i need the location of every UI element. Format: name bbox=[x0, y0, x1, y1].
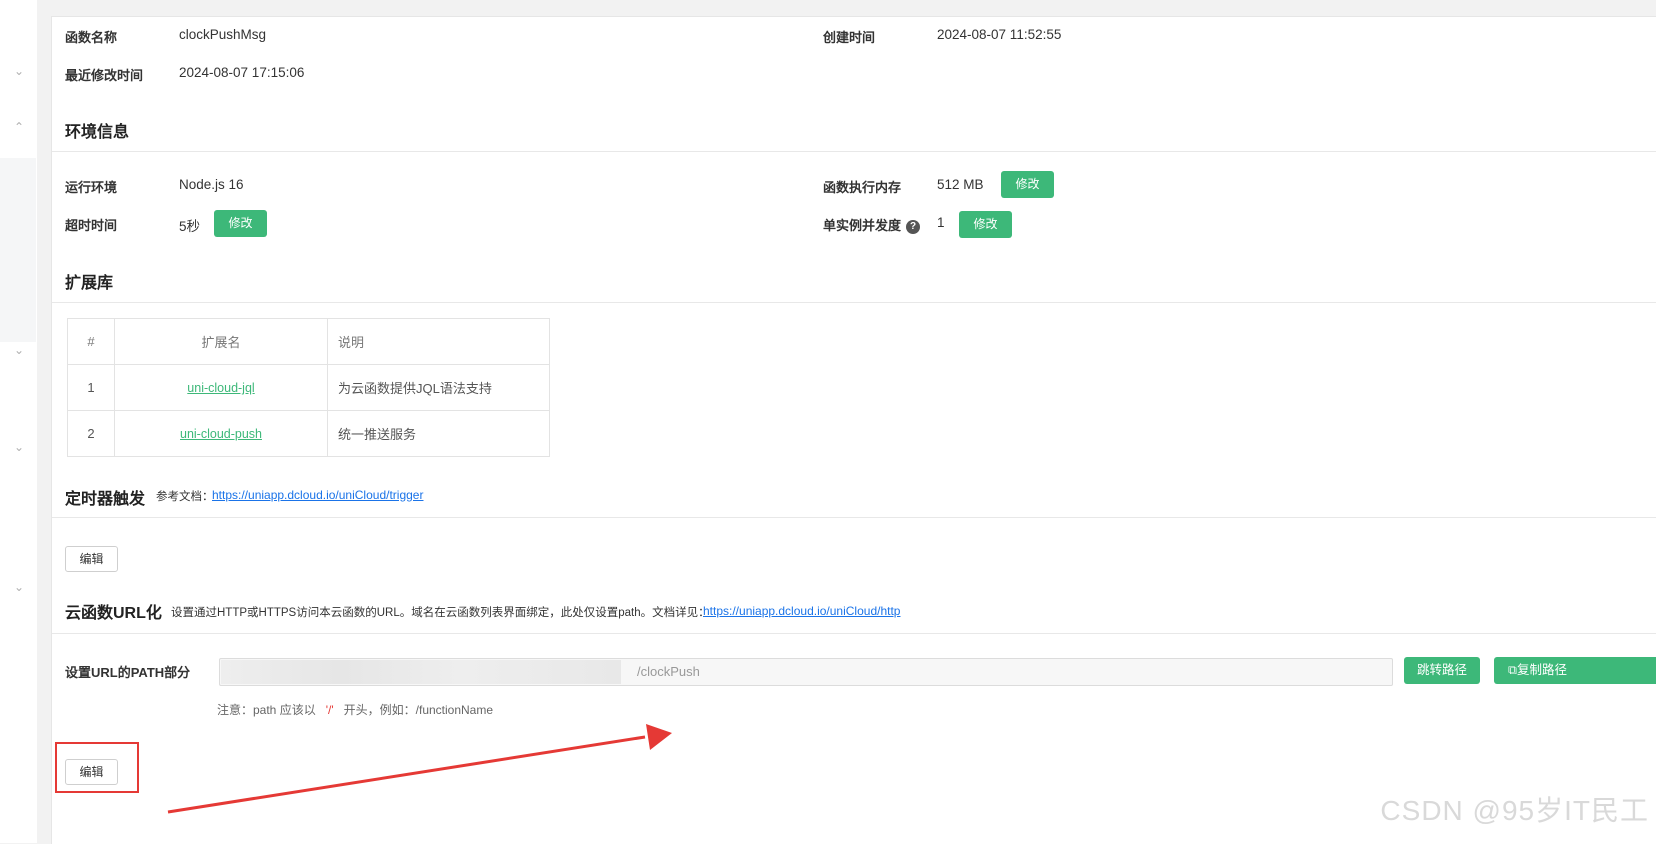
watermark: CSDN @95岁IT民工 bbox=[1380, 795, 1649, 826]
annotation-arrow bbox=[167, 724, 672, 814]
arrow-line bbox=[167, 735, 646, 814]
arrow-head bbox=[646, 724, 672, 750]
